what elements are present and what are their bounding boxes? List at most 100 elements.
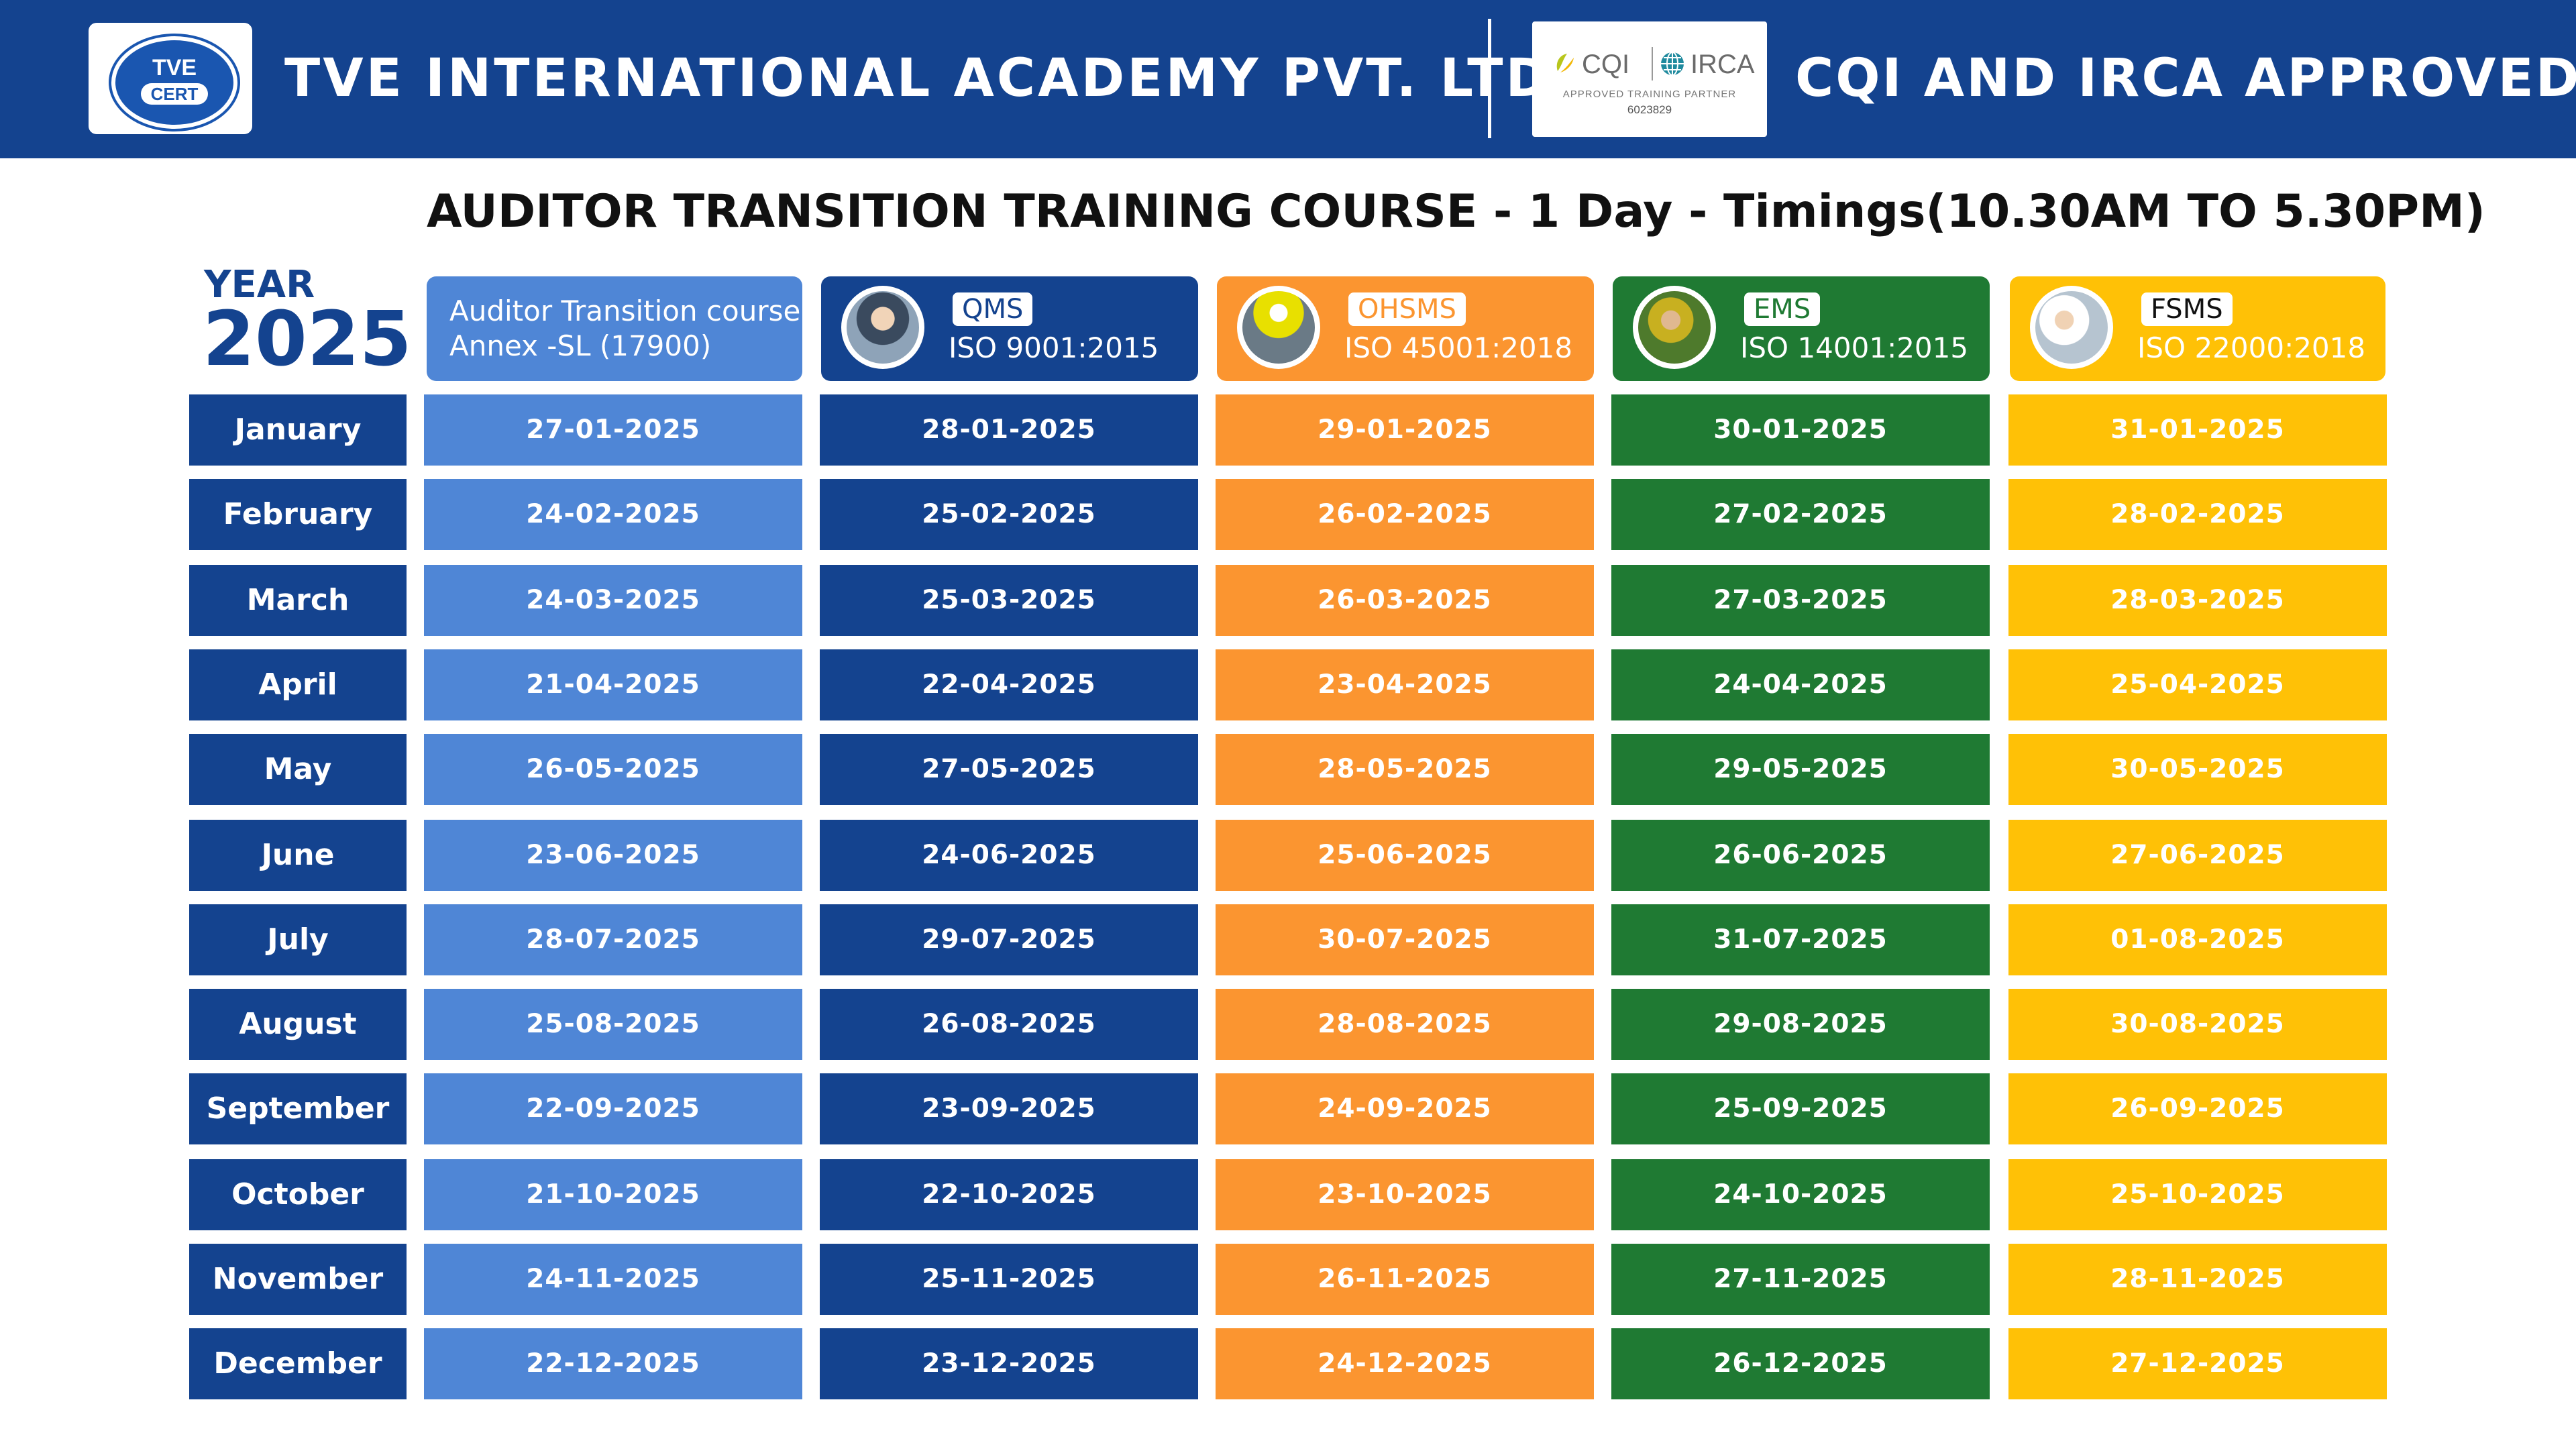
logo-text-tve: TVE: [152, 55, 197, 80]
month-label: January: [189, 394, 407, 466]
date-cell-ohsms: 23-04-2025: [1216, 649, 1594, 720]
date-cell-qms: 28-01-2025: [820, 394, 1198, 466]
date-cell-qms: 22-04-2025: [820, 649, 1198, 720]
month-label: June: [189, 820, 407, 891]
date-cell-qms: 22-10-2025: [820, 1159, 1198, 1230]
date-cell-fsms: 30-05-2025: [2008, 734, 2387, 805]
month-label: April: [189, 649, 407, 720]
date-cell-ems: 31-07-2025: [1611, 904, 1990, 975]
date-cell-qms: 29-07-2025: [820, 904, 1198, 975]
month-label: September: [189, 1073, 407, 1144]
month-label: August: [189, 989, 407, 1060]
ems-photo-icon: [1633, 286, 1716, 369]
month-label: May: [189, 734, 407, 805]
month-label: November: [189, 1244, 407, 1315]
date-cell-annex-sl: 24-02-2025: [424, 479, 802, 550]
date-cell-annex-sl: 21-04-2025: [424, 649, 802, 720]
cqi-label: CQI: [1582, 50, 1630, 79]
irca-label: IRCA: [1690, 50, 1755, 79]
qms-photo-icon: [841, 286, 924, 369]
date-cell-fsms: 25-04-2025: [2008, 649, 2387, 720]
date-cell-ohsms: 29-01-2025: [1216, 394, 1594, 466]
standard-ohsms: ISO 45001:2018: [1344, 331, 1573, 364]
date-cell-fsms: 25-10-2025: [2008, 1159, 2387, 1230]
date-cell-ems: 26-12-2025: [1611, 1328, 1990, 1399]
ohsms-photo-icon: [1237, 286, 1320, 369]
date-cell-qms: 25-03-2025: [820, 565, 1198, 636]
date-cell-ems: 29-05-2025: [1611, 734, 1990, 805]
date-cell-ems: 24-04-2025: [1611, 649, 1990, 720]
date-cell-qms: 23-09-2025: [820, 1073, 1198, 1144]
tag-fsms: FSMS: [2141, 292, 2233, 326]
date-cell-annex-sl: 21-10-2025: [424, 1159, 802, 1230]
date-cell-annex-sl: 27-01-2025: [424, 394, 802, 466]
date-cell-ems: 26-06-2025: [1611, 820, 1990, 891]
column-header-ohsms: OHSMS ISO 45001:2018: [1217, 276, 1594, 381]
partner-number: 6023829: [1627, 103, 1672, 116]
date-cell-annex-sl: 22-12-2025: [424, 1328, 802, 1399]
month-label: February: [189, 479, 407, 550]
date-cell-qms: 27-05-2025: [820, 734, 1198, 805]
date-cell-ems: 27-02-2025: [1611, 479, 1990, 550]
date-cell-fsms: 01-08-2025: [2008, 904, 2387, 975]
header-divider: [1488, 19, 1491, 138]
date-cell-qms: 25-11-2025: [820, 1244, 1198, 1315]
logo-text-cert: CERT: [141, 83, 208, 105]
date-cell-annex-sl: 26-05-2025: [424, 734, 802, 805]
date-cell-annex-sl: 25-08-2025: [424, 989, 802, 1060]
date-cell-annex-sl: 24-11-2025: [424, 1244, 802, 1315]
tve-cert-logo: TVE CERT: [89, 23, 252, 134]
tag-ohsms: OHSMS: [1348, 292, 1466, 326]
month-label: March: [189, 565, 407, 636]
date-cell-ems: 30-01-2025: [1611, 394, 1990, 466]
date-cell-qms: 23-12-2025: [820, 1328, 1198, 1399]
standard-ems: ISO 14001:2015: [1740, 331, 1969, 364]
date-cell-fsms: 27-12-2025: [2008, 1328, 2387, 1399]
date-cell-qms: 26-08-2025: [820, 989, 1198, 1060]
year-value: 2025: [203, 296, 412, 383]
course-title: AUDITOR TRANSITION TRAINING COURSE - 1 D…: [427, 185, 2485, 238]
date-cell-ems: 24-10-2025: [1611, 1159, 1990, 1230]
month-label: December: [189, 1328, 407, 1399]
date-cell-ohsms: 24-09-2025: [1216, 1073, 1594, 1144]
cqi-irca-badge: CQI IRCA APPROVED TRAINING PARTNER 60238…: [1532, 21, 1767, 137]
column-header-line1: Auditor Transition course: [449, 294, 801, 327]
tag-qms: QMS: [953, 292, 1033, 326]
partner-label: APPROVED TRAINING PARTNER: [1562, 89, 1737, 100]
badge-separator: [1652, 47, 1653, 80]
company-name: TVE INTERNATIONAL ACADEMY PVT. LTD.: [284, 48, 1574, 109]
column-header-qms: QMS ISO 9001:2015: [821, 276, 1198, 381]
date-cell-ohsms: 30-07-2025: [1216, 904, 1594, 975]
column-header-fsms: FSMS ISO 22000:2018: [2010, 276, 2385, 381]
date-cell-qms: 25-02-2025: [820, 479, 1198, 550]
date-cell-fsms: 28-02-2025: [2008, 479, 2387, 550]
date-cell-annex-sl: 22-09-2025: [424, 1073, 802, 1144]
date-cell-ohsms: 25-06-2025: [1216, 820, 1594, 891]
date-cell-annex-sl: 28-07-2025: [424, 904, 802, 975]
date-cell-ohsms: 23-10-2025: [1216, 1159, 1594, 1230]
logo-emblem: TVE CERT: [111, 36, 237, 129]
standard-fsms: ISO 22000:2018: [2137, 331, 2366, 364]
month-label: October: [189, 1159, 407, 1230]
approval-text: CQI AND IRCA APPROVED: [1795, 48, 2576, 109]
irca-globe-icon: [1661, 52, 1684, 76]
tag-ems: EMS: [1744, 292, 1821, 326]
date-cell-ohsms: 28-08-2025: [1216, 989, 1594, 1060]
date-cell-ems: 27-03-2025: [1611, 565, 1990, 636]
column-header-line2: Annex -SL (17900): [449, 329, 712, 362]
date-cell-annex-sl: 23-06-2025: [424, 820, 802, 891]
date-cell-ohsms: 28-05-2025: [1216, 734, 1594, 805]
date-cell-ems: 25-09-2025: [1611, 1073, 1990, 1144]
date-cell-ems: 27-11-2025: [1611, 1244, 1990, 1315]
header-banner: TVE CERT TVE INTERNATIONAL ACADEMY PVT. …: [0, 0, 2576, 158]
date-cell-qms: 24-06-2025: [820, 820, 1198, 891]
standard-qms: ISO 9001:2015: [949, 331, 1159, 364]
date-cell-annex-sl: 24-03-2025: [424, 565, 802, 636]
date-cell-fsms: 28-11-2025: [2008, 1244, 2387, 1315]
column-header-ems: EMS ISO 14001:2015: [1613, 276, 1990, 381]
date-cell-fsms: 30-08-2025: [2008, 989, 2387, 1060]
date-cell-ems: 29-08-2025: [1611, 989, 1990, 1060]
fsms-photo-icon: [2030, 286, 2113, 369]
date-cell-ohsms: 26-02-2025: [1216, 479, 1594, 550]
date-cell-ohsms: 26-11-2025: [1216, 1244, 1594, 1315]
